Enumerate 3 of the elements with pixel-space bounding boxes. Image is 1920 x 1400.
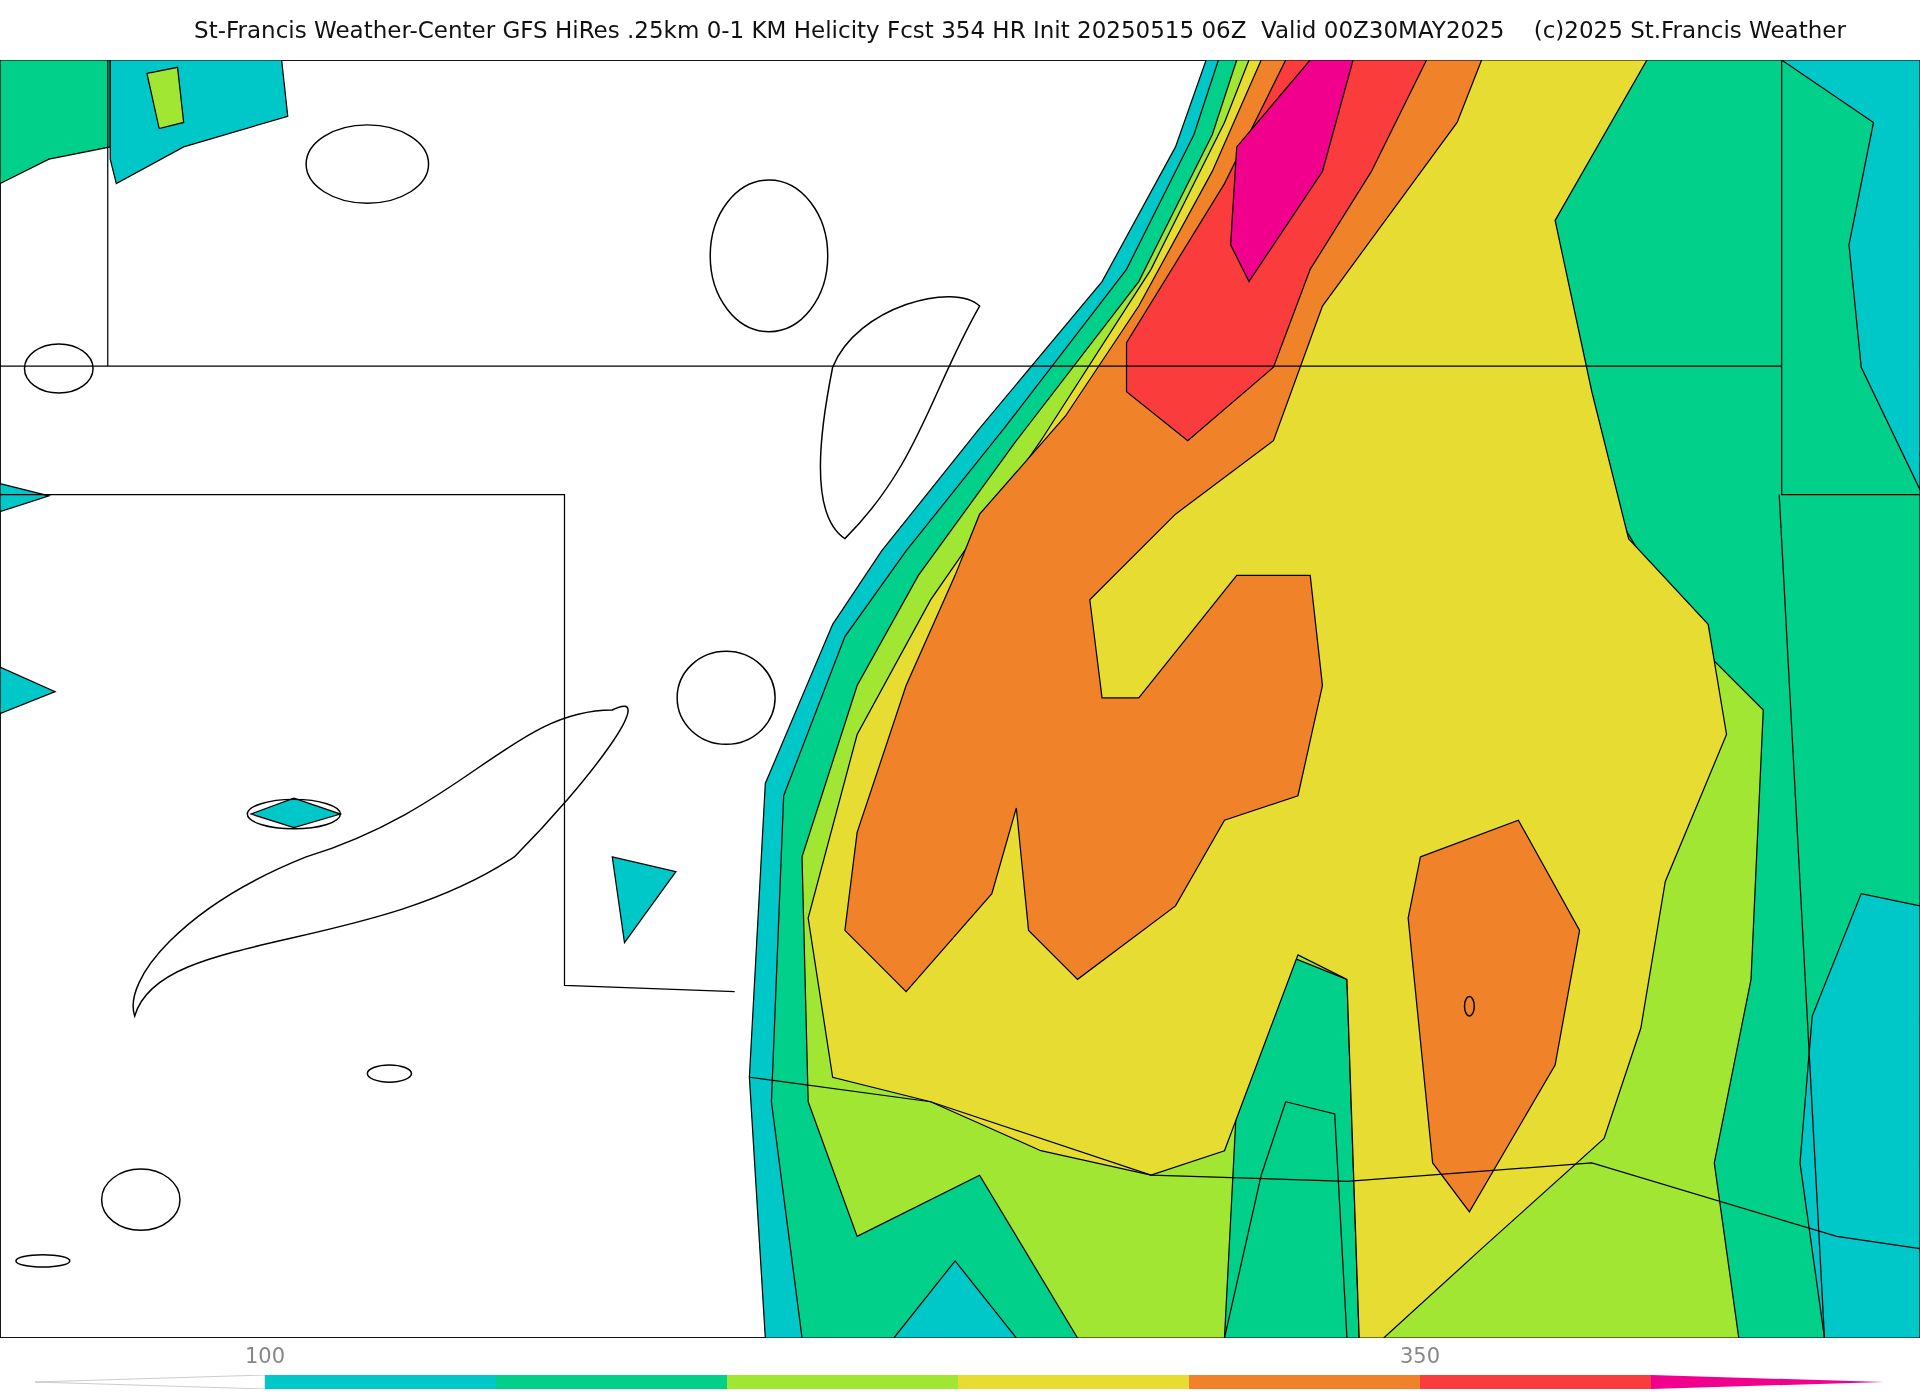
colorbar-label: 100 bbox=[244, 1344, 286, 1368]
colorbar-label: 350 bbox=[1399, 1344, 1441, 1368]
map-title: St-Francis Weather-Center GFS HiRes .25km 0-1 KM Helicity Fcst 354 HR Init 20250515 06Z Valid 00Z30MAY2025 (c)2025 St.Francis Weather bbox=[194, 17, 1846, 43]
